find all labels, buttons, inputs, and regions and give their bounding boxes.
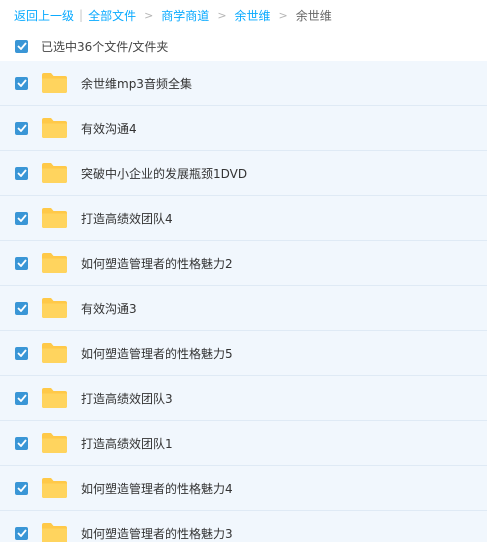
folder-icon — [41, 117, 68, 139]
breadcrumb-arrow: > — [278, 8, 288, 22]
file-checkbox[interactable] — [15, 121, 28, 135]
checkmark-icon — [16, 259, 27, 267]
file-name[interactable]: 如何塑造管理者的性格魅力3 — [81, 525, 233, 542]
file-checkbox[interactable] — [15, 166, 28, 180]
file-row[interactable]: 余世维mp3音频全集 — [0, 61, 487, 106]
breadcrumb-item-business[interactable]: 商学商道 — [161, 7, 209, 24]
file-row[interactable]: 有效沟通3 — [0, 286, 487, 331]
checkmark-icon — [16, 124, 27, 132]
folder-icon — [41, 297, 68, 319]
checkmark-icon — [16, 349, 27, 357]
checkmark-icon — [16, 79, 27, 87]
file-row[interactable]: 有效沟通4 — [0, 106, 487, 151]
file-name[interactable]: 打造高绩效团队4 — [81, 210, 173, 227]
file-checkbox[interactable] — [15, 346, 28, 360]
checkmark-icon — [16, 169, 27, 177]
file-checkbox[interactable] — [15, 76, 28, 90]
file-name[interactable]: 突破中小企业的发展瓶颈1DVD — [81, 165, 247, 182]
file-checkbox[interactable] — [15, 391, 28, 405]
file-row[interactable]: 打造高绩效团队3 — [0, 376, 487, 421]
file-checkbox[interactable] — [15, 256, 28, 270]
breadcrumb-divider: | — [79, 8, 84, 22]
checkmark-icon — [16, 529, 27, 537]
selection-bar: 已选中36个文件/文件夹 — [0, 31, 487, 61]
file-browser: 返回上一级 | 全部文件 > 商学商道 > 余世维 > 余世维 已选中36个文件… — [0, 0, 487, 542]
back-link[interactable]: 返回上一级 — [14, 7, 74, 24]
checkmark-icon — [16, 439, 27, 447]
checkmark-icon — [16, 484, 27, 492]
folder-icon — [41, 477, 68, 499]
file-name[interactable]: 打造高绩效团队1 — [81, 435, 173, 452]
select-all-checkbox[interactable] — [15, 39, 28, 53]
folder-icon — [41, 72, 68, 94]
file-checkbox[interactable] — [15, 211, 28, 225]
breadcrumb: 返回上一级 | 全部文件 > 商学商道 > 余世维 > 余世维 — [14, 0, 332, 30]
breadcrumb-arrow: > — [217, 8, 227, 22]
file-list: 余世维mp3音频全集 有效沟通4 突破中小企业的发展瓶颈1DVD 打造高绩效团队… — [0, 61, 487, 542]
folder-icon — [41, 522, 68, 542]
folder-icon — [41, 162, 68, 184]
checkmark-icon — [16, 304, 27, 312]
folder-icon — [41, 432, 68, 454]
file-name[interactable]: 如何塑造管理者的性格魅力4 — [81, 480, 233, 497]
file-row[interactable]: 突破中小企业的发展瓶颈1DVD — [0, 151, 487, 196]
breadcrumb-item-all-files[interactable]: 全部文件 — [88, 7, 136, 24]
breadcrumb-item-current: 余世维 — [295, 8, 332, 23]
breadcrumb-arrow: > — [144, 8, 154, 22]
selection-count: 已选中36个文件/文件夹 — [41, 39, 169, 54]
file-checkbox[interactable] — [15, 436, 28, 450]
file-name[interactable]: 有效沟通3 — [81, 300, 137, 317]
file-row[interactable]: 打造高绩效团队4 — [0, 196, 487, 241]
file-name[interactable]: 打造高绩效团队3 — [81, 390, 173, 407]
file-name[interactable]: 有效沟通4 — [81, 120, 137, 137]
breadcrumb-item-parent[interactable]: 余世维 — [235, 7, 271, 24]
file-row[interactable]: 如何塑造管理者的性格魅力2 — [0, 241, 487, 286]
folder-icon — [41, 342, 68, 364]
file-row[interactable]: 如何塑造管理者的性格魅力5 — [0, 331, 487, 376]
checkmark-icon — [16, 394, 27, 402]
file-name[interactable]: 如何塑造管理者的性格魅力5 — [81, 345, 233, 362]
checkmark-icon — [16, 42, 27, 50]
file-name[interactable]: 如何塑造管理者的性格魅力2 — [81, 255, 233, 272]
file-row[interactable]: 如何塑造管理者的性格魅力3 — [0, 511, 487, 542]
folder-icon — [41, 207, 68, 229]
file-checkbox[interactable] — [15, 481, 28, 495]
file-name[interactable]: 余世维mp3音频全集 — [81, 75, 192, 92]
checkmark-icon — [16, 214, 27, 222]
file-checkbox[interactable] — [15, 526, 28, 540]
folder-icon — [41, 387, 68, 409]
file-row[interactable]: 打造高绩效团队1 — [0, 421, 487, 466]
file-row[interactable]: 如何塑造管理者的性格魅力4 — [0, 466, 487, 511]
folder-icon — [41, 252, 68, 274]
file-checkbox[interactable] — [15, 301, 28, 315]
